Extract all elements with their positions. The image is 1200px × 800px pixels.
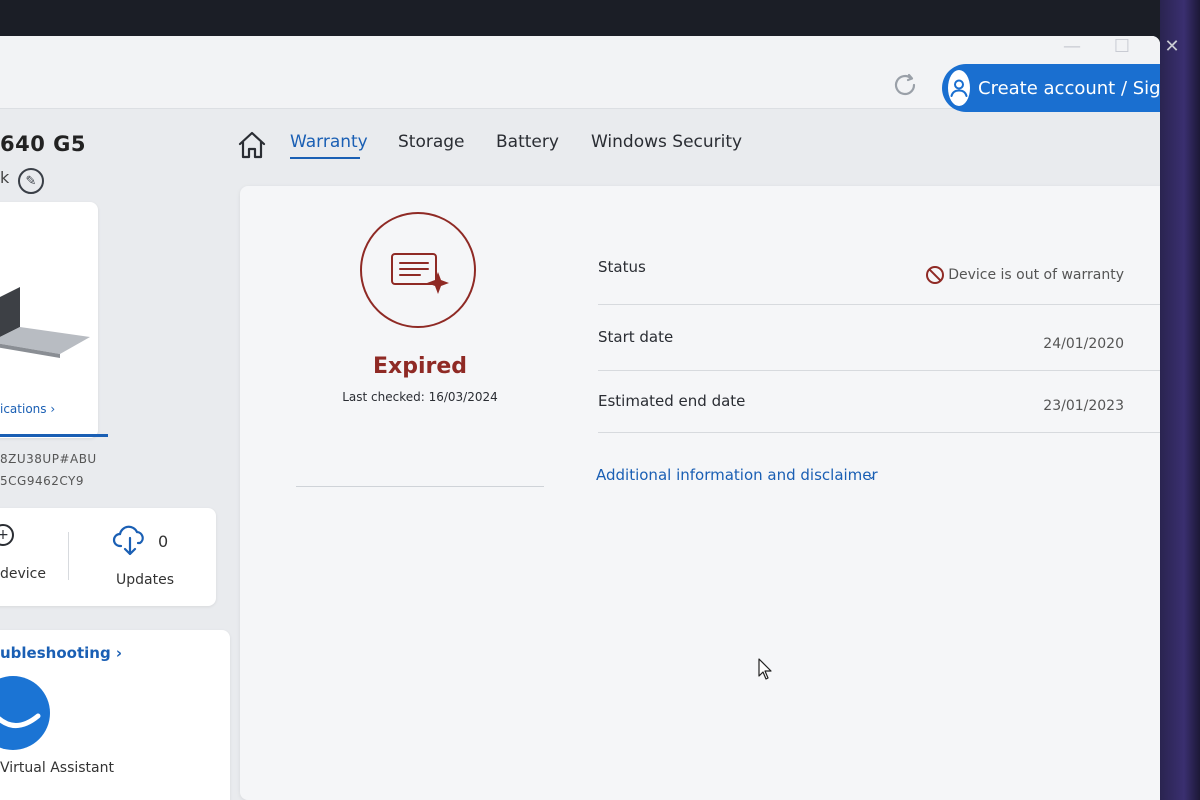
divider [68, 532, 69, 580]
card-underline [0, 434, 108, 437]
active-tab-indicator [290, 157, 360, 159]
close-button[interactable]: ✕ [1162, 36, 1182, 57]
start-date-value: 24/01/2020 [1043, 336, 1124, 352]
blocked-icon [926, 266, 945, 284]
end-date-label: Estimated end date [598, 392, 746, 410]
device-updates-card [0, 508, 216, 606]
home-icon[interactable] [236, 130, 268, 160]
divider [598, 370, 1160, 371]
divider [598, 304, 1160, 305]
cloud-download-icon[interactable] [112, 524, 148, 558]
user-icon [948, 70, 970, 106]
app-window: Create account / Sign in ⌄ 640 G5 k ✎ ic… [0, 36, 1160, 800]
start-date-label: Start date [598, 328, 674, 346]
tab-battery[interactable]: Battery [496, 132, 559, 152]
status-label: Status [598, 258, 646, 276]
disclaimer-link[interactable]: Additional information and disclaimer [596, 466, 878, 484]
device-name: 640 G5 [0, 132, 86, 156]
create-account-signin-button[interactable]: Create account / Sign in ⌄ [942, 64, 1160, 112]
mouse-cursor-icon [758, 658, 772, 680]
troubleshooting-link[interactable]: ubleshooting › [0, 644, 122, 662]
status-value: Device is out of warranty [926, 266, 1124, 284]
refresh-icon[interactable] [890, 70, 920, 100]
add-device-label[interactable]: device [0, 566, 46, 582]
chevron-down-icon[interactable]: ⌄ [866, 468, 877, 483]
tab-warranty[interactable]: Warranty [290, 132, 368, 152]
monitor-bezel [1160, 0, 1200, 800]
maximize-button[interactable]: ☐ [1112, 36, 1132, 57]
signin-label: Create account / Sign in [978, 77, 1160, 99]
specifications-link[interactable]: ications › [0, 402, 55, 416]
window-controls: — ☐ ✕ [1062, 36, 1182, 57]
updates-label[interactable]: Updates [116, 572, 174, 588]
device-sub: k [0, 168, 10, 187]
product-number: 8ZU38UP#ABU [0, 452, 97, 466]
tab-storage[interactable]: Storage [398, 132, 465, 152]
end-date-value: 23/01/2023 [1043, 398, 1124, 414]
divider [296, 486, 544, 487]
divider [598, 432, 1160, 433]
minimize-button[interactable]: — [1062, 36, 1082, 57]
serial-number: 5CG9462CY9 [0, 474, 84, 488]
laptop-image-icon [0, 287, 90, 358]
top-bar: Create account / Sign in ⌄ [0, 36, 1160, 112]
warranty-status-title: Expired [372, 354, 468, 379]
updates-count: 0 [158, 532, 169, 551]
edit-pencil-icon[interactable]: ✎ [18, 168, 44, 194]
last-checked: Last checked: 16/03/2024 [342, 390, 498, 404]
certificate-icon [391, 253, 449, 294]
virtual-assistant-label[interactable]: Virtual Assistant [0, 760, 114, 776]
tab-windows-security[interactable]: Windows Security [591, 132, 742, 152]
